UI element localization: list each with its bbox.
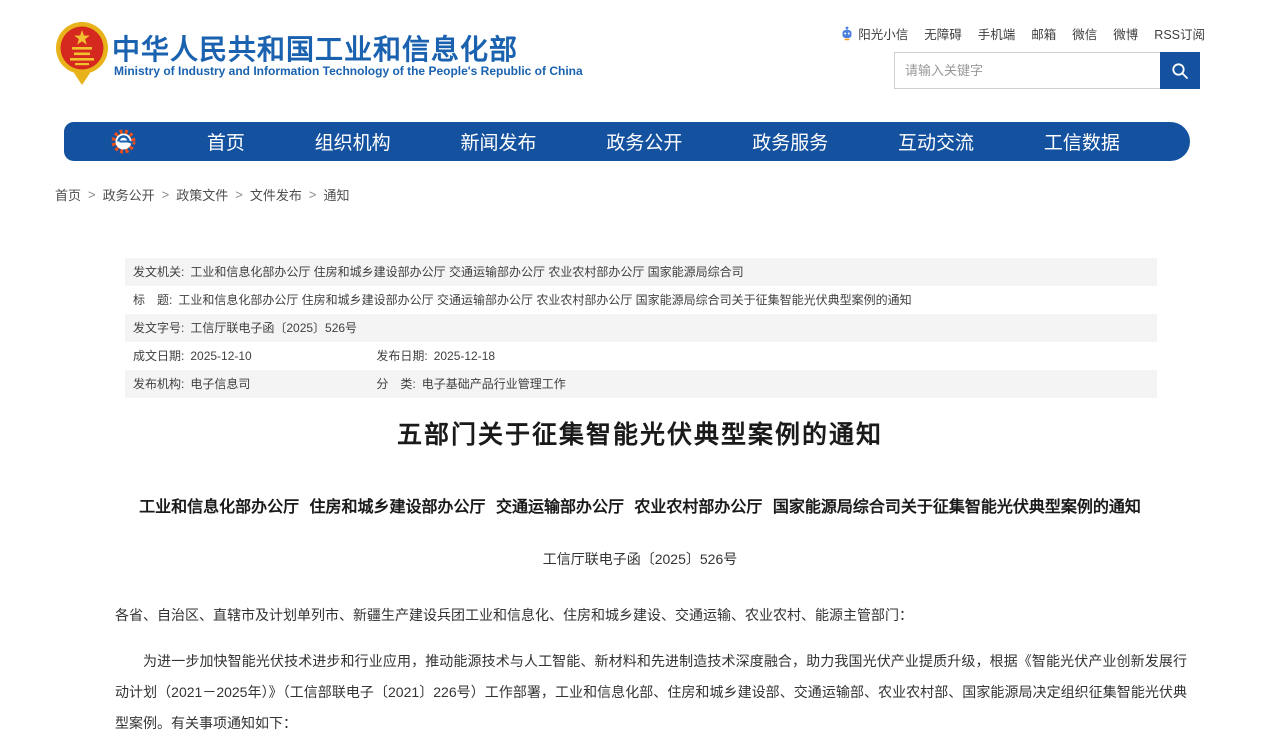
- meta-label: 发文机关:: [133, 265, 184, 279]
- meta-label: 发布日期:: [376, 349, 427, 363]
- article-title: 五部门关于征集智能光伏典型案例的通知: [0, 415, 1280, 451]
- quick-link-accessibility[interactable]: 无障碍: [924, 24, 962, 43]
- nav-item-news[interactable]: 新闻发布: [461, 128, 537, 155]
- meta-label: 分 类:: [376, 377, 415, 391]
- breadcrumb-separator: >: [235, 187, 243, 202]
- meta-value: 工信厅联电子函〔2025〕526号: [190, 321, 357, 335]
- search-icon: [1171, 62, 1189, 80]
- nav-item-home[interactable]: 首页: [207, 128, 245, 155]
- nav-item-miit-data[interactable]: 工信数据: [1044, 128, 1120, 155]
- article-paragraph: 为进一步加快智能光伏技术进步和行业应用，推动能源技术与人工智能、新材料和先进制造…: [115, 646, 1187, 739]
- search-input[interactable]: [894, 52, 1160, 89]
- meta-value: 2025-12-18: [434, 349, 495, 363]
- quick-link-rss[interactable]: RSS订阅: [1154, 24, 1205, 43]
- breadcrumb-policy-docs[interactable]: 政策文件: [176, 185, 228, 204]
- miit-gear-logo-icon: [110, 128, 137, 155]
- page-root: 中华人民共和国工业和信息化部 Ministry of Industry and …: [0, 0, 1280, 756]
- site-subtitle-en: Ministry of Industry and Information Tec…: [114, 64, 583, 78]
- search-bar: [894, 52, 1200, 89]
- nav-item-organization[interactable]: 组织机构: [315, 128, 391, 155]
- nav-item-interaction[interactable]: 互动交流: [898, 128, 974, 155]
- meta-label: 成文日期:: [133, 349, 184, 363]
- breadcrumb-home[interactable]: 首页: [55, 185, 81, 204]
- quick-link-sunshine[interactable]: 阳光小信: [840, 24, 908, 43]
- meta-row-issuing-agency: 发文机关: 工业和信息化部办公厅 住房和城乡建设部办公厅 交通运输部办公厅 农业农…: [125, 258, 1157, 286]
- quick-link-label: 阳光小信: [858, 24, 908, 43]
- document-meta-table: 发文机关: 工业和信息化部办公厅 住房和城乡建设部办公厅 交通运输部办公厅 农业农…: [125, 258, 1157, 398]
- breadcrumb-separator: >: [88, 187, 96, 202]
- quick-link-wechat[interactable]: 微信: [1072, 24, 1097, 43]
- meta-value: 工业和信息化部办公厅 住房和城乡建设部办公厅 交通运输部办公厅 农业农村部办公厅…: [190, 265, 743, 279]
- meta-label: 发布机构:: [133, 377, 184, 391]
- breadcrumb-separator: >: [309, 187, 317, 202]
- nav-item-gov-services[interactable]: 政务服务: [752, 128, 828, 155]
- header-quick-links: 阳光小信 无障碍 手机端 邮箱 微信 微博 RSS订阅: [840, 24, 1205, 43]
- national-emblem-logo: [54, 20, 110, 86]
- meta-row-dates: 成文日期: 2025-12-10 发布日期: 2025-12-18: [125, 342, 1157, 370]
- meta-value: 工业和信息化部办公厅 住房和城乡建设部办公厅 交通运输部办公厅 农业农村部办公厅…: [178, 293, 911, 307]
- quick-link-mail[interactable]: 邮箱: [1031, 24, 1056, 43]
- meta-value: 电子基础产品行业管理工作: [422, 377, 566, 391]
- article-salutation: 各省、自治区、直辖市及计划单列市、新疆生产建设兵团工业和信息化、住房和城乡建设、…: [115, 604, 1187, 626]
- site-title: 中华人民共和国工业和信息化部: [112, 28, 518, 68]
- meta-row-publisher-category: 发布机构: 电子信息司 分 类: 电子基础产品行业管理工作: [125, 370, 1157, 398]
- quick-link-mobile[interactable]: 手机端: [978, 24, 1016, 43]
- quick-link-weibo[interactable]: 微博: [1113, 24, 1138, 43]
- meta-row-doc-number: 发文字号: 工信厅联电子函〔2025〕526号: [125, 314, 1157, 342]
- meta-label: 发文字号:: [133, 321, 184, 335]
- search-button[interactable]: [1160, 52, 1200, 89]
- sunshine-robot-icon: [840, 26, 854, 42]
- article-doc-number: 工信厅联电子函〔2025〕526号: [0, 549, 1280, 569]
- meta-label: 标 题:: [133, 293, 172, 307]
- nav-item-gov-disclosure[interactable]: 政务公开: [606, 128, 682, 155]
- main-nav: 首页 组织机构 新闻发布 政务公开 政务服务 互动交流 工信数据: [64, 122, 1190, 161]
- breadcrumb-doc-release[interactable]: 文件发布: [250, 185, 302, 204]
- breadcrumb-gov-disclosure[interactable]: 政务公开: [103, 185, 155, 204]
- meta-value: 2025-12-10: [190, 349, 251, 363]
- breadcrumb: 首页 > 政务公开 > 政策文件 > 文件发布 > 通知: [55, 185, 349, 204]
- breadcrumb-current-notice: 通知: [323, 185, 349, 204]
- meta-value: 电子信息司: [190, 377, 250, 391]
- article-subtitle: 工业和信息化部办公厅 住房和城乡建设部办公厅 交通运输部办公厅 农业农村部办公厅…: [90, 493, 1190, 517]
- meta-row-title: 标 题: 工业和信息化部办公厅 住房和城乡建设部办公厅 交通运输部办公厅 农业农村…: [125, 286, 1157, 314]
- breadcrumb-separator: >: [162, 187, 170, 202]
